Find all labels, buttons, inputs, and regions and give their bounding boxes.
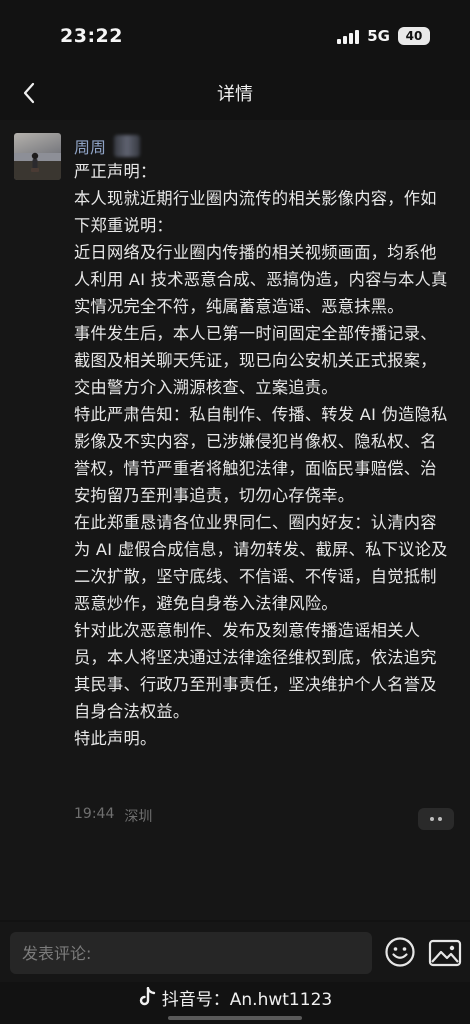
emoji-button[interactable] — [384, 936, 416, 968]
post-paragraph: 特此严肃告知：私自制作、传播、转发 AI 伪造隐私影像及不实内容，已涉嫌侵犯肖像… — [74, 405, 448, 505]
avatar-image — [14, 152, 61, 180]
network-label: 5G — [367, 27, 390, 45]
author-name[interactable]: 周周 — [74, 134, 106, 158]
status-time: 23:22 — [60, 25, 123, 47]
status-bar: 23:22 5G 40 — [0, 0, 470, 72]
post-time: 19:44 — [74, 806, 115, 822]
image-icon — [428, 939, 462, 967]
post-paragraph: 特此声明。 — [74, 729, 157, 748]
more-dot-icon — [430, 817, 434, 821]
comment-bar — [0, 922, 470, 982]
post-paragraph: 在此郑重恳请各位业界同仁、圈内好友：认清内容为 AI 虚假合成信息，请勿转发、截… — [74, 513, 448, 613]
post-paragraph: 针对此次恶意制作、发布及刻意传播造谣相关人员，本人将坚决通过法律途径维权到底，依… — [74, 621, 437, 721]
nav-bar: 详情 — [0, 72, 470, 114]
image-button[interactable] — [428, 938, 462, 968]
post-card: 周周 严正声明： 本人现就近期行业圈内流传的相关影像内容，作如下郑重说明： 近日… — [0, 120, 470, 920]
chevron-left-icon — [23, 82, 35, 104]
signal-icon — [337, 28, 360, 44]
post-location: 深圳 — [124, 809, 153, 825]
post-paragraph: 事件发生后，本人已第一时间固定全部传播记录、截图及相关聊天凭证，现已向公安机关正… — [74, 324, 437, 397]
page-title: 详情 — [217, 84, 253, 105]
emoji-icon — [385, 937, 415, 967]
douyin-logo-icon — [139, 987, 155, 1006]
more-dot-icon — [438, 817, 442, 821]
author-row: 周周 — [74, 134, 141, 158]
douyin-watermark: 抖音号：An.hwt1123 — [0, 982, 470, 1012]
battery-icon: 40 — [398, 27, 430, 45]
post-paragraph: 本人现就近期行业圈内流传的相关影像内容，作如下郑重说明： — [74, 189, 437, 235]
watermark-text: 抖音号：An.hwt1123 — [161, 989, 333, 1010]
avatar[interactable] — [14, 133, 61, 180]
back-button[interactable] — [14, 78, 44, 108]
author-badge — [114, 135, 141, 157]
comment-input[interactable] — [10, 932, 372, 974]
post-paragraph: 严正声明： — [74, 162, 157, 181]
more-options-button[interactable] — [418, 808, 454, 830]
post-meta: 19:44 深圳 — [74, 806, 152, 826]
home-indicator[interactable] — [168, 1016, 302, 1020]
post-paragraph: 近日网络及行业圈内传播的相关视频画面，均系他人利用 AI 技术恶意合成、恶搞伪造… — [74, 243, 448, 316]
post-body: 严正声明： 本人现就近期行业圈内流传的相关影像内容，作如下郑重说明： 近日网络及… — [74, 158, 452, 752]
status-indicators: 5G 40 — [337, 27, 430, 45]
